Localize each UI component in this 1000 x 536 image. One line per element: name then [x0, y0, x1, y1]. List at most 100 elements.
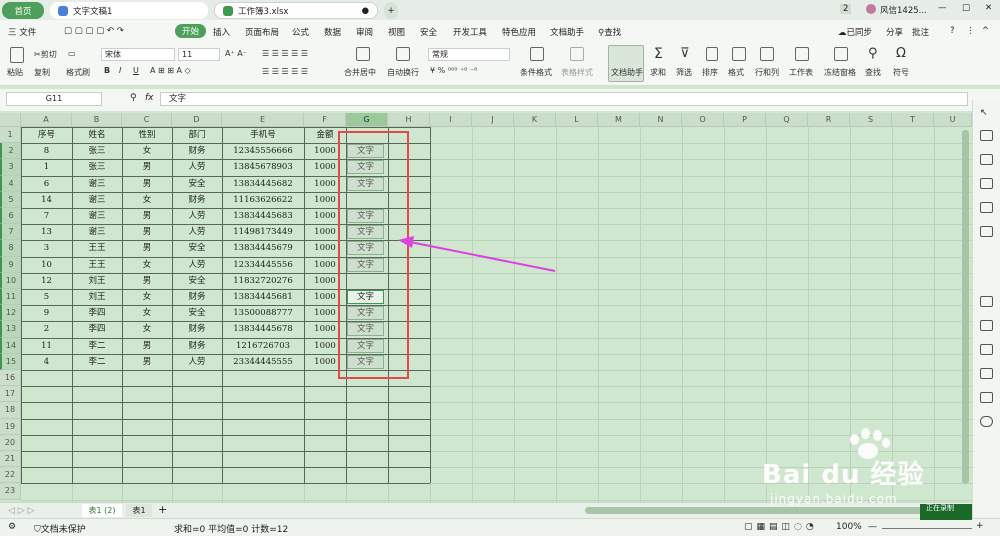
menu-developer[interactable]: 开发工具	[453, 26, 487, 38]
sum-icon[interactable]: Σ	[654, 46, 663, 62]
undo-redo-tools[interactable]: ▢ ▢ ▢ ▢ ↶ ↷	[64, 26, 124, 36]
select-all-corner[interactable]	[0, 113, 21, 127]
table-cell[interactable]: 5	[21, 289, 72, 305]
row-header[interactable]: 10	[0, 272, 21, 289]
row-header[interactable]: 23	[0, 483, 21, 500]
row-header[interactable]: 14	[0, 337, 21, 354]
tab-close-dot-icon[interactable]: ●	[362, 6, 369, 16]
table-cell[interactable]: 人劳	[172, 208, 222, 224]
symbol-button[interactable]: 符号	[893, 67, 909, 78]
collapse-ribbon-icon[interactable]: ^	[982, 26, 989, 36]
tab-home[interactable]: 首页	[2, 2, 44, 19]
table-header-cell[interactable]: 序号	[21, 127, 72, 143]
comment-button[interactable]: 批注	[912, 26, 929, 38]
sum-button[interactable]: 求和	[650, 67, 666, 78]
image-icon[interactable]	[980, 368, 993, 379]
table-cell[interactable]: 女	[122, 289, 172, 305]
column-header-p[interactable]: P	[724, 113, 766, 127]
sheet-tab[interactable]: 表1	[126, 504, 152, 517]
table-cell[interactable]: 12	[21, 273, 72, 289]
table-cell[interactable]: 王王	[72, 257, 122, 273]
row-header[interactable]: 1	[0, 127, 21, 144]
row-header[interactable]: 11	[0, 289, 21, 306]
menu-security[interactable]: 安全	[420, 26, 437, 38]
column-header-b[interactable]: B	[72, 113, 122, 127]
table-cell[interactable]: 张三	[72, 159, 122, 175]
table-cell[interactable]: 安全	[172, 273, 222, 289]
format-button[interactable]: 格式	[728, 67, 744, 78]
table-cell[interactable]: 13834445681	[222, 289, 304, 305]
table-cell[interactable]: 4	[21, 354, 72, 370]
search-menu[interactable]: ⚲查找	[598, 26, 621, 38]
row-header[interactable]: 21	[0, 451, 21, 468]
new-tab-button[interactable]: +	[384, 2, 398, 19]
formula-input[interactable]: 文字	[160, 92, 968, 106]
conditional-format-icon[interactable]	[530, 47, 544, 61]
column-header-a[interactable]: A	[21, 113, 72, 127]
zoom-level[interactable]: 100%	[836, 522, 862, 532]
table-cell[interactable]: 财务	[172, 321, 222, 337]
avatar[interactable]	[866, 4, 876, 14]
fx-icon[interactable]: fx	[145, 93, 154, 103]
table-cell[interactable]: 12334445556	[222, 257, 304, 273]
menu-doc-helper[interactable]: 文档助手	[550, 26, 584, 38]
table-cell[interactable]: 男	[122, 338, 172, 354]
add-sheet-button[interactable]: +	[158, 503, 167, 516]
table-cell[interactable]: 人劳	[172, 354, 222, 370]
sheet-nav-arrows[interactable]: ◁ ▷ ▷	[8, 506, 35, 516]
table-cell[interactable]: 1216726703	[222, 338, 304, 354]
table-cell[interactable]: 13834445678	[222, 321, 304, 337]
freeze-panes-button[interactable]: 冻结窗格	[824, 67, 856, 78]
table-cell[interactable]: 10	[21, 257, 72, 273]
table-style-button[interactable]: 表格样式	[561, 67, 593, 78]
spreadsheet-grid[interactable]: ABCDEFGHIJKLMNOPQRSTU 1 2 3 4 5 6 7 8 9 10 11 12 13 1…	[0, 113, 972, 502]
symbol-icon[interactable]: Ω	[896, 46, 906, 61]
help-icon[interactable]: ?	[950, 26, 955, 36]
table-cell[interactable]: 安全	[172, 305, 222, 321]
row-col-button[interactable]: 行和列	[755, 67, 779, 78]
table-cell[interactable]: 女	[122, 305, 172, 321]
table-cell[interactable]: 8	[21, 143, 72, 159]
table-cell[interactable]: 14	[21, 192, 72, 208]
row-header[interactable]: 8	[0, 240, 21, 257]
menu-start[interactable]: 开始	[175, 24, 207, 38]
row-header[interactable]: 12	[0, 305, 21, 322]
column-header-k[interactable]: K	[514, 113, 556, 127]
table-cell[interactable]: 刘王	[72, 289, 122, 305]
menu-page-layout[interactable]: 页面布局	[245, 26, 279, 38]
table-header-cell[interactable]: 手机号	[222, 127, 304, 143]
worksheet-button[interactable]: 工作表	[789, 67, 813, 78]
paste-label[interactable]: 粘贴	[7, 67, 23, 78]
tab-spreadsheet[interactable]: 工作簿3.xlsx ●	[214, 2, 378, 19]
menu-formula[interactable]: 公式	[292, 26, 309, 38]
column-header-t[interactable]: T	[892, 113, 934, 127]
font-size-select[interactable]: 11	[178, 48, 220, 61]
find-button[interactable]: 查找	[865, 67, 881, 78]
chart-icon[interactable]	[980, 226, 993, 237]
column-header-r[interactable]: R	[808, 113, 850, 127]
table-cell[interactable]: 11498173449	[222, 224, 304, 240]
row-header[interactable]: 22	[0, 467, 21, 484]
horizontal-scrollbar[interactable]	[585, 507, 955, 514]
column-header-m[interactable]: M	[598, 113, 640, 127]
table-cell[interactable]: 财务	[172, 143, 222, 159]
merge-icon[interactable]	[356, 47, 370, 61]
row-col-icon[interactable]	[760, 47, 774, 61]
zoom-out-button[interactable]: —	[868, 522, 877, 532]
table-cell[interactable]: 男	[122, 176, 172, 192]
zoom-slider[interactable]	[882, 528, 972, 529]
table-cell[interactable]: 11163626622	[222, 192, 304, 208]
table-cell[interactable]: 人劳	[172, 257, 222, 273]
menu-features[interactable]: 特色应用	[502, 26, 536, 38]
row-header[interactable]: 5	[0, 191, 21, 208]
copy-button[interactable]: 复制	[34, 67, 50, 78]
row-header[interactable]: 18	[0, 402, 21, 419]
format-icon[interactable]	[732, 47, 746, 61]
properties-icon[interactable]	[980, 202, 993, 213]
table-icon[interactable]	[980, 178, 993, 189]
wrap-text-button[interactable]: 自动换行	[387, 67, 419, 78]
table-header-cell[interactable]: 性别	[122, 127, 172, 143]
column-header-s[interactable]: S	[850, 113, 892, 127]
row-header[interactable]: 17	[0, 386, 21, 403]
table-cell[interactable]: 13	[21, 224, 72, 240]
